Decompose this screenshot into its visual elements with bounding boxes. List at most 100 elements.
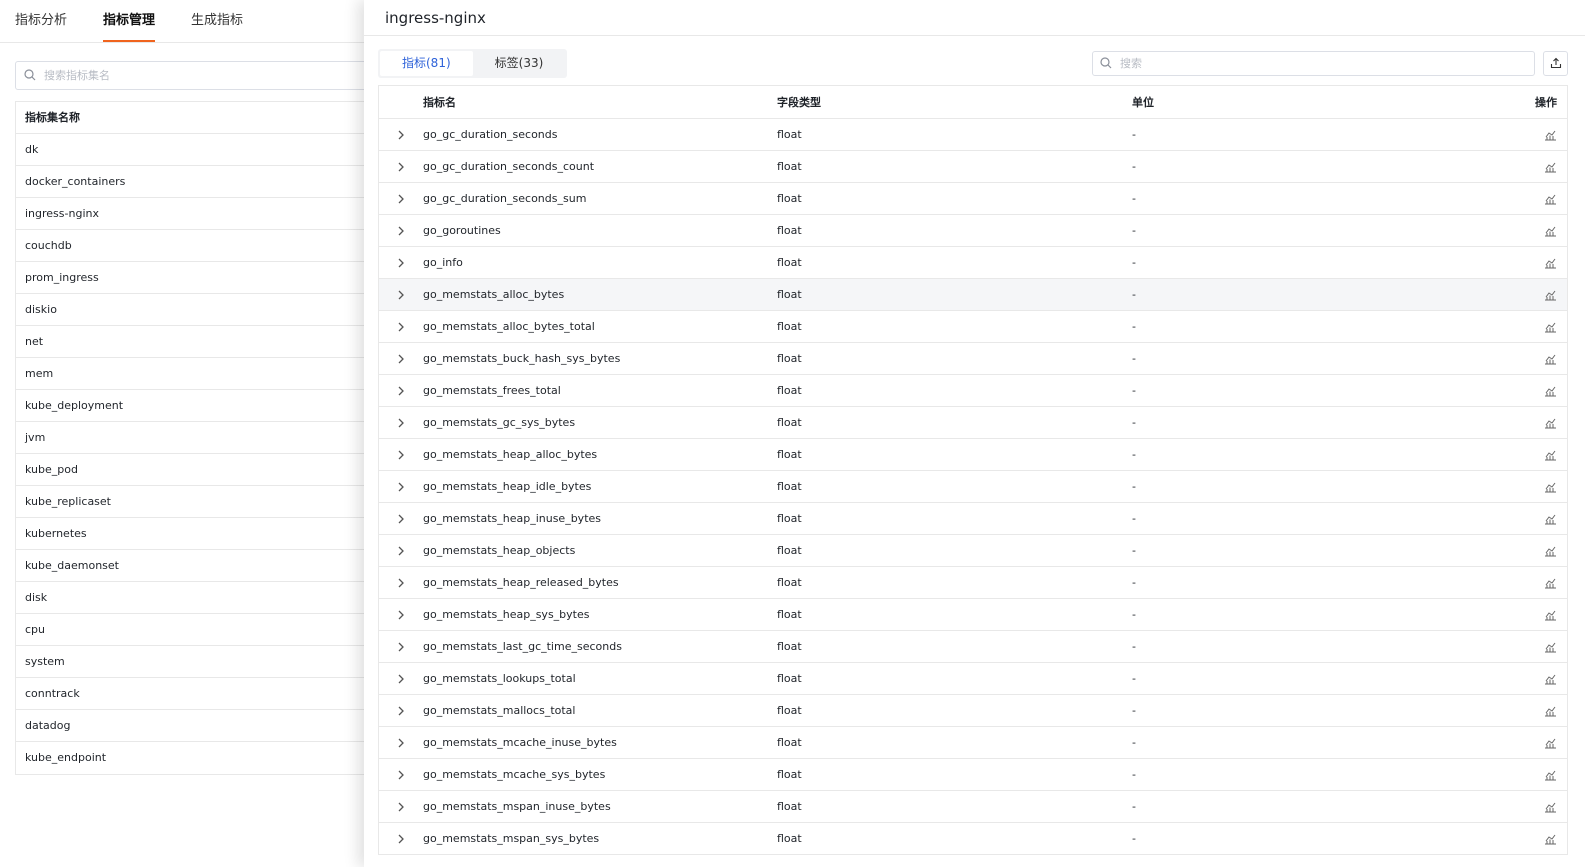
metric-set-item[interactable]: cpu [16, 614, 374, 646]
metric-name: go_memstats_heap_inuse_bytes [423, 512, 602, 525]
metric-unit: - [1132, 768, 1136, 781]
chevron-right-icon[interactable] [397, 642, 405, 652]
export-icon [1550, 54, 1562, 73]
tab-metric-analysis[interactable]: 指标分析 [15, 0, 67, 42]
chart-icon[interactable] [1544, 673, 1557, 685]
chart-icon[interactable] [1544, 225, 1557, 237]
metric-set-item[interactable]: ingress-nginx [16, 198, 374, 230]
chart-icon[interactable] [1544, 641, 1557, 653]
chevron-right-icon[interactable] [397, 162, 405, 172]
chevron-right-icon[interactable] [397, 418, 405, 428]
chart-icon[interactable] [1544, 833, 1557, 845]
metric-set-list: dk docker_containers ingress-nginx couchdb p… [16, 134, 374, 774]
metric-type: float [777, 832, 802, 845]
chart-icon[interactable] [1544, 609, 1557, 621]
chart-icon[interactable] [1544, 737, 1557, 749]
metric-set-item[interactable]: kube_endpoint [16, 742, 374, 774]
metric-set-item[interactable]: kube_daemonset [16, 550, 374, 582]
tab-metrics[interactable]: 指标(81) [380, 51, 473, 76]
chart-icon[interactable] [1544, 417, 1557, 429]
metric-unit: - [1132, 576, 1136, 589]
chevron-right-icon[interactable] [397, 514, 405, 524]
metric-set-item[interactable]: prom_ingress [16, 262, 374, 294]
chevron-right-icon[interactable] [397, 194, 405, 204]
metric-type: float [777, 352, 802, 365]
metric-set-item[interactable]: dk [16, 134, 374, 166]
chart-icon[interactable] [1544, 577, 1557, 589]
table-row: go_memstats_heap_released_bytes float - [379, 567, 1567, 599]
chart-icon[interactable] [1544, 705, 1557, 717]
table-row: go_gc_duration_seconds float - [379, 119, 1567, 151]
table-row: go_memstats_frees_total float - [379, 375, 1567, 407]
metric-name: go_gc_duration_seconds [423, 128, 558, 141]
metric-name: go_memstats_mspan_inuse_bytes [423, 800, 611, 813]
chart-icon[interactable] [1544, 545, 1557, 557]
chart-icon[interactable] [1544, 353, 1557, 365]
metric-set-item[interactable]: kube_pod [16, 454, 374, 486]
chart-icon[interactable] [1544, 449, 1557, 461]
tab-generate-metric[interactable]: 生成指标 [191, 0, 243, 42]
search-icon [24, 66, 36, 85]
tab-metric-management[interactable]: 指标管理 [103, 0, 156, 42]
chevron-right-icon[interactable] [397, 546, 405, 556]
metric-name: go_memstats_heap_objects [423, 544, 576, 557]
chevron-right-icon[interactable] [397, 482, 405, 492]
chart-icon[interactable] [1544, 769, 1557, 781]
chevron-right-icon[interactable] [397, 802, 405, 812]
export-button[interactable] [1543, 51, 1568, 76]
metric-set-item[interactable]: conntrack [16, 678, 374, 710]
chevron-right-icon[interactable] [397, 258, 405, 268]
metric-unit: - [1132, 384, 1136, 397]
metric-name: go_memstats_mcache_sys_bytes [423, 768, 606, 781]
chevron-right-icon[interactable] [397, 354, 405, 364]
chevron-right-icon[interactable] [397, 130, 405, 140]
metric-set-item[interactable]: diskio [16, 294, 374, 326]
tab-tags[interactable]: 标签(33) [473, 51, 566, 76]
metric-type: float [777, 480, 802, 493]
metric-set-table-header: 指标集名称 [16, 102, 374, 134]
search-icon [1100, 54, 1112, 73]
metric-set-item[interactable]: net [16, 326, 374, 358]
metric-set-search-input[interactable] [42, 68, 374, 83]
chart-icon[interactable] [1544, 513, 1557, 525]
metric-set-item[interactable]: disk [16, 582, 374, 614]
chevron-right-icon[interactable] [397, 290, 405, 300]
chevron-right-icon[interactable] [397, 386, 405, 396]
metric-set-item[interactable]: kube_replicaset [16, 486, 374, 518]
metric-set-item[interactable]: docker_containers [16, 166, 374, 198]
chart-icon[interactable] [1544, 385, 1557, 397]
metric-name: go_goroutines [423, 224, 501, 237]
metric-search-input[interactable] [1118, 56, 1534, 71]
metric-set-item[interactable]: system [16, 646, 374, 678]
metric-set-item[interactable]: kubernetes [16, 518, 374, 550]
chevron-right-icon[interactable] [397, 322, 405, 332]
chevron-right-icon[interactable] [397, 610, 405, 620]
metric-set-item[interactable]: mem [16, 358, 374, 390]
table-row: go_memstats_alloc_bytes float - [379, 279, 1567, 311]
chart-icon[interactable] [1544, 289, 1557, 301]
chart-icon[interactable] [1544, 161, 1557, 173]
chart-icon[interactable] [1544, 193, 1557, 205]
chevron-right-icon[interactable] [397, 834, 405, 844]
chevron-right-icon[interactable] [397, 706, 405, 716]
table-row: go_memstats_alloc_bytes_total float - [379, 311, 1567, 343]
chart-icon[interactable] [1544, 481, 1557, 493]
chart-icon[interactable] [1544, 801, 1557, 813]
chevron-right-icon[interactable] [397, 578, 405, 588]
metric-unit: - [1132, 800, 1136, 813]
chart-icon[interactable] [1544, 257, 1557, 269]
chart-icon[interactable] [1544, 321, 1557, 333]
chevron-right-icon[interactable] [397, 226, 405, 236]
metric-set-item[interactable]: datadog [16, 710, 374, 742]
chevron-right-icon[interactable] [397, 450, 405, 460]
chevron-right-icon[interactable] [397, 738, 405, 748]
metric-set-item[interactable]: jvm [16, 422, 374, 454]
chevron-right-icon[interactable] [397, 770, 405, 780]
metric-type: float [777, 192, 802, 205]
metric-set-item[interactable]: kube_deployment [16, 390, 374, 422]
metric-set-item[interactable]: couchdb [16, 230, 374, 262]
metric-name: go_memstats_heap_alloc_bytes [423, 448, 598, 461]
metric-unit: - [1132, 608, 1136, 621]
chevron-right-icon[interactable] [397, 674, 405, 684]
chart-icon[interactable] [1544, 129, 1557, 141]
